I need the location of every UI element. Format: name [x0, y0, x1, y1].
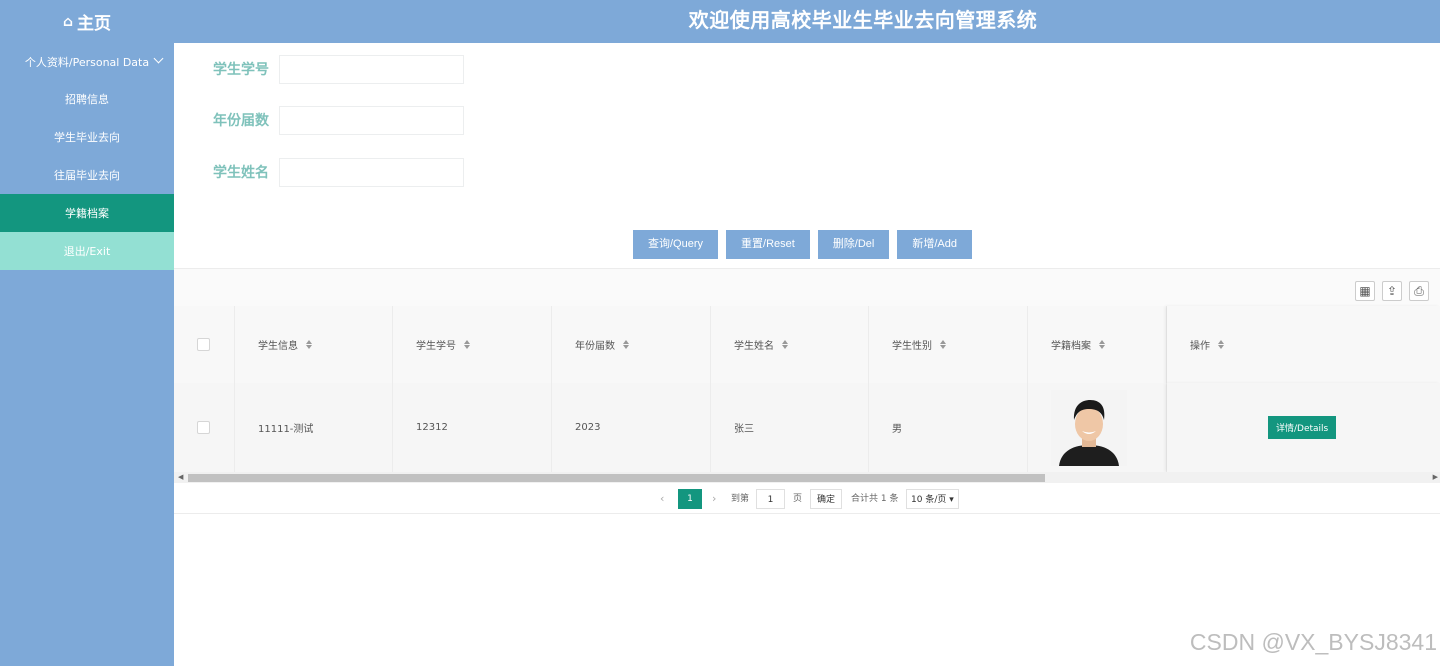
- goto-label: 到第: [731, 494, 750, 504]
- column-header-label: 学生姓名: [734, 341, 774, 352]
- sidebar-item-graduate-destination[interactable]: 学生毕业去向: [0, 118, 174, 156]
- columns-icon[interactable]: ▦: [1355, 281, 1375, 301]
- sidebar-item-past-destination[interactable]: 往届毕业去向: [0, 156, 174, 194]
- student-no-row: 学生学号: [174, 54, 464, 84]
- house-icon: ⌂: [62, 13, 74, 30]
- sidebar-item-label: 学籍档案: [65, 207, 109, 220]
- watermark: CSDN @VX_BYSJ8341: [1189, 629, 1437, 655]
- sidebar-item-label: 个人资料/Personal Data: [24, 55, 150, 69]
- column-header[interactable]: 学生性别: [869, 306, 1028, 383]
- sort-icon[interactable]: [782, 340, 788, 349]
- sort-icon[interactable]: [1218, 340, 1224, 349]
- scroll-right-icon[interactable]: ▶: [1433, 472, 1438, 483]
- horizontal-scrollbar[interactable]: ◀ ▶: [174, 472, 1440, 483]
- sidebar-item-personal-data[interactable]: 个人资料/Personal Data: [0, 43, 174, 80]
- table-toolbar: ▦ ⇪ ⎙: [174, 268, 1440, 306]
- column-header-label: 操作: [1190, 341, 1210, 352]
- student-photo: [1051, 389, 1127, 466]
- main-content: 学生学号 年份届数 学生姓名 查询/Query 重置/Reset 删除/Del …: [174, 43, 1440, 666]
- page-size-value: 10 条/页: [911, 495, 947, 505]
- cell-student-no: 12312: [393, 383, 552, 472]
- page-unit: 页: [793, 494, 803, 504]
- add-button[interactable]: 新增/Add: [897, 230, 973, 259]
- column-header-label: 学生性别: [892, 341, 932, 352]
- sidebar-item-label: 退出/Exit: [63, 245, 111, 258]
- chevron-down-icon: ▾: [949, 495, 954, 505]
- sidebar-item-student-records[interactable]: 学籍档案: [0, 194, 174, 232]
- scrollbar-thumb[interactable]: [188, 474, 1045, 482]
- cell-name: 张三: [711, 383, 869, 472]
- next-page-icon[interactable]: ›: [712, 489, 716, 509]
- home-link[interactable]: ⌂ 主页: [0, 0, 174, 43]
- column-header-label: 学生学号: [416, 341, 456, 352]
- column-header[interactable]: 学生学号: [393, 306, 552, 383]
- current-page[interactable]: 1: [678, 489, 702, 509]
- prev-page-icon[interactable]: ‹: [660, 489, 664, 509]
- column-header-label: 学籍档案: [1051, 341, 1091, 352]
- select-all-cell: [174, 306, 235, 383]
- total-count: 合计共 1 条: [851, 494, 899, 504]
- delete-button[interactable]: 删除/Del: [817, 230, 890, 259]
- table-header: 学生信息 学生学号 年份届数 学生姓名 学生性别 学籍档案 操作: [174, 306, 1440, 383]
- year-label: 年份届数: [213, 113, 269, 129]
- sort-icon[interactable]: [940, 340, 946, 349]
- print-icon[interactable]: ⎙: [1409, 281, 1429, 301]
- cell-gender: 男: [869, 383, 1028, 472]
- student-no-input[interactable]: [279, 54, 464, 84]
- reset-button[interactable]: 重置/Reset: [726, 230, 810, 259]
- name-row: 学生姓名: [174, 157, 464, 187]
- sidebar-item-label: 学生毕业去向: [54, 131, 120, 144]
- sidebar: 个人资料/Personal Data 招聘信息 学生毕业去向 往届毕业去向 学籍…: [0, 43, 174, 666]
- sidebar-item-recruitment[interactable]: 招聘信息: [0, 80, 174, 118]
- column-header-label: 学生信息: [258, 341, 298, 352]
- column-header[interactable]: 年份届数: [552, 306, 711, 383]
- column-header[interactable]: 学籍档案: [1028, 306, 1167, 383]
- home-label: 主页: [77, 14, 112, 34]
- export-icon[interactable]: ⇪: [1382, 281, 1402, 301]
- cell-actions: 详情/Details: [1167, 383, 1440, 472]
- year-row: 年份届数: [174, 105, 464, 135]
- row-checkbox[interactable]: [197, 421, 210, 434]
- details-button[interactable]: 详情/Details: [1268, 416, 1337, 439]
- sort-icon[interactable]: [1099, 340, 1105, 349]
- goto-page-input[interactable]: 1: [756, 489, 785, 509]
- pagination: ‹ 1 › 到第 1 页 确定 合计共 1 条 10 条/页 ▾: [174, 484, 1440, 514]
- top-header: ⌂ 主页 欢迎使用高校毕业生毕业去向管理系统: [0, 0, 1440, 43]
- query-button[interactable]: 查询/Query: [633, 230, 719, 259]
- sidebar-item-label: 招聘信息: [65, 93, 109, 106]
- select-all-checkbox[interactable]: [197, 338, 210, 351]
- column-header-label: 年份届数: [575, 341, 615, 352]
- chevron-down-icon: [153, 53, 164, 64]
- table-row: 11111-测试 12312 2023 张三 男 详情/Details: [174, 383, 1440, 472]
- sort-icon[interactable]: [464, 340, 470, 349]
- sort-icon[interactable]: [306, 340, 312, 349]
- goto-confirm-button[interactable]: 确定: [810, 489, 843, 509]
- year-input[interactable]: [279, 105, 464, 135]
- scroll-left-icon[interactable]: ◀: [178, 472, 183, 483]
- cell-info: 11111-测试: [235, 383, 393, 472]
- name-input[interactable]: [279, 157, 464, 187]
- sort-icon[interactable]: [623, 340, 629, 349]
- sidebar-item-label: 往届毕业去向: [54, 169, 120, 182]
- sidebar-item-exit[interactable]: 退出/Exit: [0, 232, 174, 270]
- row-select-cell: [174, 383, 235, 472]
- cell-year: 2023: [552, 383, 711, 472]
- column-header[interactable]: 操作: [1167, 306, 1440, 383]
- student-no-label: 学生学号: [213, 62, 269, 78]
- column-header[interactable]: 学生信息: [235, 306, 393, 383]
- name-label: 学生姓名: [213, 165, 269, 181]
- column-header[interactable]: 学生姓名: [711, 306, 869, 383]
- action-buttons: 查询/Query 重置/Reset 删除/Del 新增/Add: [633, 230, 980, 259]
- data-table: 学生信息 学生学号 年份届数 学生姓名 学生性别 学籍档案 操作 11111-测…: [174, 306, 1440, 472]
- page-title: 欢迎使用高校毕业生毕业去向管理系统: [688, 8, 1038, 32]
- cell-record-photo: [1028, 383, 1167, 472]
- page-size-select[interactable]: 10 条/页 ▾: [906, 489, 959, 509]
